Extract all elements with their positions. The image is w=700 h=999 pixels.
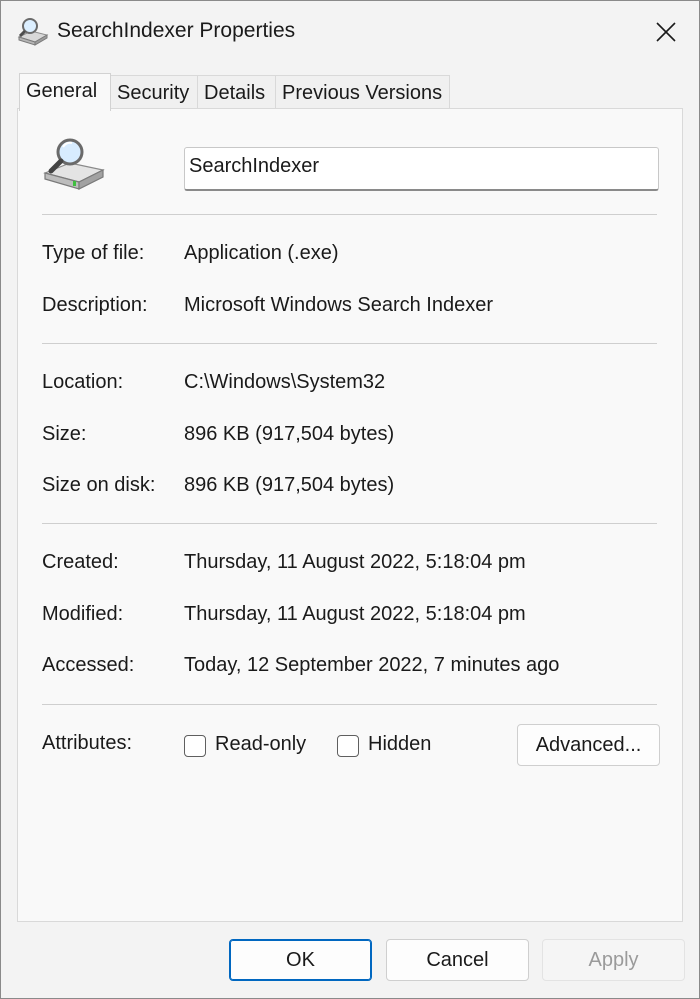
general-panel: Type of file: Application (.exe) Descrip… (17, 108, 683, 922)
attributes-label: Attributes: (42, 732, 133, 754)
read-only-label: Read-only (215, 733, 307, 755)
read-only-checkbox[interactable]: Read-only (184, 733, 314, 761)
hidden-checkbox[interactable]: Hidden (337, 733, 437, 761)
location-label: Location: (42, 371, 124, 393)
created-value: Thursday, 11 August 2022, 5:18:04 pm (184, 551, 526, 573)
type-of-file-label: Type of file: (42, 242, 145, 264)
created-label: Created: (42, 551, 119, 573)
location-value: C:\Windows\System32 (184, 371, 386, 393)
type-of-file-value: Application (.exe) (184, 242, 339, 264)
tab-general[interactable]: General (19, 73, 111, 111)
file-name-input[interactable] (184, 147, 659, 191)
cancel-button[interactable]: Cancel (386, 939, 529, 981)
ok-button[interactable]: OK (229, 939, 372, 981)
size-value: 896 KB (917,504 bytes) (184, 423, 395, 445)
divider (42, 523, 657, 524)
search-indexer-icon (17, 17, 49, 47)
size-on-disk-value: 896 KB (917,504 bytes) (184, 474, 395, 496)
accessed-label: Accessed: (42, 654, 135, 676)
tab-previous-versions[interactable]: Previous Versions (275, 75, 450, 109)
tab-details[interactable]: Details (197, 75, 276, 109)
apply-button[interactable]: Apply (542, 939, 685, 981)
accessed-value: Today, 12 September 2022, 7 minutes ago (184, 654, 560, 676)
modified-value: Thursday, 11 August 2022, 5:18:04 pm (184, 603, 526, 625)
divider (42, 704, 657, 705)
title-bar: SearchIndexer Properties (1, 1, 699, 63)
advanced-button[interactable]: Advanced... (517, 724, 660, 766)
hidden-label: Hidden (368, 733, 432, 755)
description-label: Description: (42, 294, 148, 316)
checkbox-box[interactable] (184, 735, 206, 757)
modified-label: Modified: (42, 603, 124, 625)
checkbox-box[interactable] (337, 735, 359, 757)
description-value: Microsoft Windows Search Indexer (184, 294, 494, 316)
tab-security[interactable]: Security (110, 75, 198, 109)
size-label: Size: (42, 423, 87, 445)
divider (42, 214, 657, 215)
window-title: SearchIndexer Properties (57, 19, 296, 42)
search-indexer-icon (42, 137, 106, 193)
close-icon (656, 22, 676, 42)
close-button[interactable] (633, 1, 699, 63)
size-on-disk-label: Size on disk: (42, 474, 156, 496)
properties-dialog: SearchIndexer Properties General Securit… (0, 0, 700, 999)
divider (42, 343, 657, 344)
